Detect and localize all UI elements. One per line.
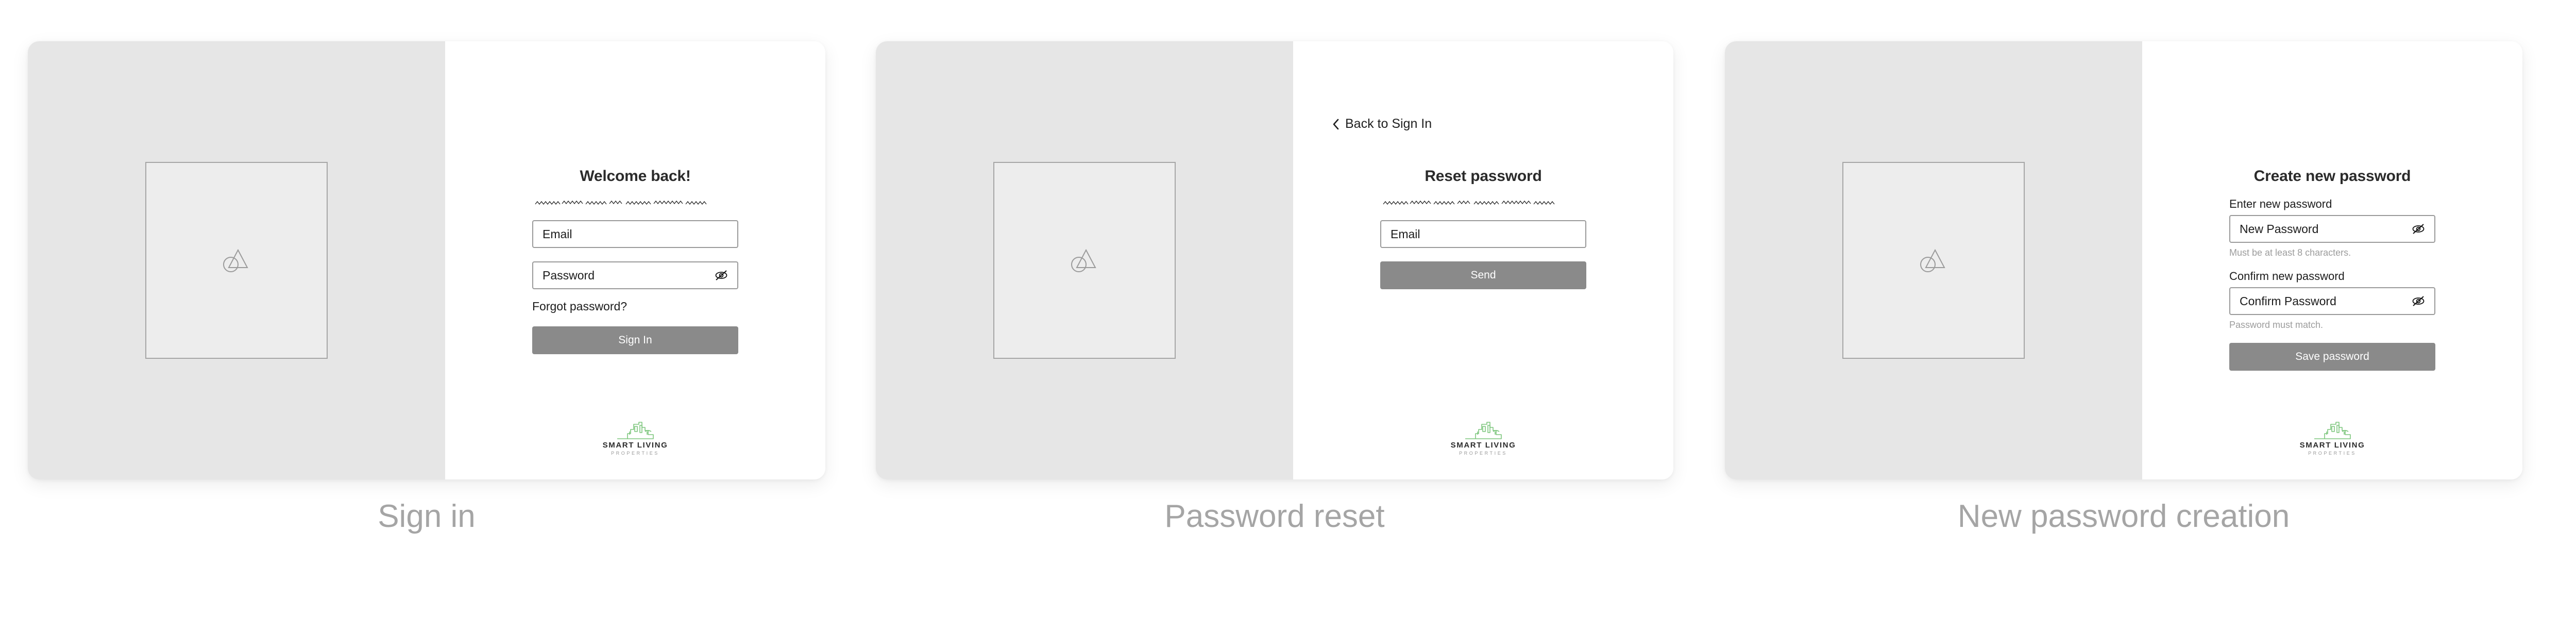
chevron-left-icon xyxy=(1333,119,1339,129)
save-password-button[interactable]: Save password xyxy=(2229,343,2435,371)
brand-name: SMART LIVING xyxy=(1450,441,1516,450)
screen-caption: New password creation xyxy=(1957,499,2290,534)
email-field[interactable]: Email xyxy=(532,220,738,248)
auth-form-new-password: Create new password Enter new password N… xyxy=(2229,168,2435,371)
redacted-subtitle-scribble xyxy=(535,200,707,205)
brand-logo: SMART LIVING PROPERTIES xyxy=(579,419,692,456)
new-password-field[interactable]: New Password xyxy=(2229,215,2435,243)
password-field-placeholder: Password xyxy=(543,268,595,282)
brand-logo: SMART LIVING PROPERTIES xyxy=(2276,419,2389,456)
screen-group-new-password: Create new password Enter new password N… xyxy=(1725,0,2549,629)
email-field-placeholder: Email xyxy=(543,227,572,241)
confirm-password-field-placeholder: Confirm Password xyxy=(2240,294,2336,308)
building-skyline-icon xyxy=(1465,422,1502,439)
email-field[interactable]: Email xyxy=(1380,220,1586,248)
screen-caption: Password reset xyxy=(1164,499,1385,534)
auth-form-sign-in: Welcome back! Email Password Forgot pass… xyxy=(532,168,738,354)
back-to-sign-in-link[interactable]: Back to Sign In xyxy=(1332,118,1432,130)
new-password-field-placeholder: New Password xyxy=(2240,222,2319,236)
new-password-label: Enter new password xyxy=(2229,197,2332,210)
auth-card-new-password: Create new password Enter new password N… xyxy=(1725,41,2522,479)
forgot-password-link[interactable]: Forgot password? xyxy=(532,301,627,312)
page-title: Create new password xyxy=(2253,168,2411,185)
image-placeholder-icon xyxy=(1920,249,1945,272)
confirm-password-field[interactable]: Confirm Password xyxy=(2229,287,2435,315)
password-field[interactable]: Password xyxy=(532,261,738,289)
screen-group-password-reset: Back to Sign In Reset password Email Sen… xyxy=(876,0,1700,629)
sign-in-button[interactable]: Sign In xyxy=(532,326,738,354)
brand-logo: SMART LIVING PROPERTIES xyxy=(1427,419,1540,456)
image-placeholder-box xyxy=(1842,162,2025,359)
email-field-placeholder: Email xyxy=(1391,227,1420,241)
page-title: Welcome back! xyxy=(580,168,691,185)
screen-caption: Sign in xyxy=(378,499,476,534)
form-panel: Create new password Enter new password N… xyxy=(2142,41,2522,479)
image-placeholder-icon xyxy=(1071,249,1096,272)
confirm-password-hint: Password must match. xyxy=(2229,320,2324,330)
hero-panel xyxy=(876,41,1293,479)
brand-subtitle: PROPERTIES xyxy=(2308,451,2357,456)
eye-off-icon[interactable] xyxy=(2411,223,2426,235)
redacted-subtitle-scribble xyxy=(1383,200,1555,205)
brand-subtitle: PROPERTIES xyxy=(1459,451,1507,456)
building-skyline-icon xyxy=(617,422,654,439)
image-placeholder-icon xyxy=(223,249,248,272)
image-placeholder-box xyxy=(993,162,1176,359)
send-button[interactable]: Send xyxy=(1380,261,1586,289)
hero-panel xyxy=(28,41,445,479)
hero-panel xyxy=(1725,41,2142,479)
form-panel: Back to Sign In Reset password Email Sen… xyxy=(1293,41,1673,479)
screen-group-sign-in: Welcome back! Email Password Forgot pass… xyxy=(28,0,852,629)
auth-form-password-reset: Reset password Email Send xyxy=(1380,168,1586,289)
image-placeholder-box xyxy=(145,162,328,359)
back-to-sign-in-label: Back to Sign In xyxy=(1345,117,1432,131)
new-password-hint: Must be at least 8 characters. xyxy=(2229,247,2351,258)
auth-card-sign-in: Welcome back! Email Password Forgot pass… xyxy=(28,41,825,479)
confirm-password-label: Confirm new password xyxy=(2229,270,2345,283)
eye-off-icon[interactable] xyxy=(2411,295,2426,307)
screens-board: Welcome back! Email Password Forgot pass… xyxy=(0,0,2576,629)
brand-name: SMART LIVING xyxy=(602,441,668,450)
page-title: Reset password xyxy=(1425,168,1542,185)
eye-off-icon[interactable] xyxy=(714,269,728,282)
building-skyline-icon xyxy=(2314,422,2351,439)
brand-name: SMART LIVING xyxy=(2299,441,2365,450)
auth-card-password-reset: Back to Sign In Reset password Email Sen… xyxy=(876,41,1673,479)
brand-subtitle: PROPERTIES xyxy=(611,451,659,456)
form-panel: Welcome back! Email Password Forgot pass… xyxy=(445,41,825,479)
